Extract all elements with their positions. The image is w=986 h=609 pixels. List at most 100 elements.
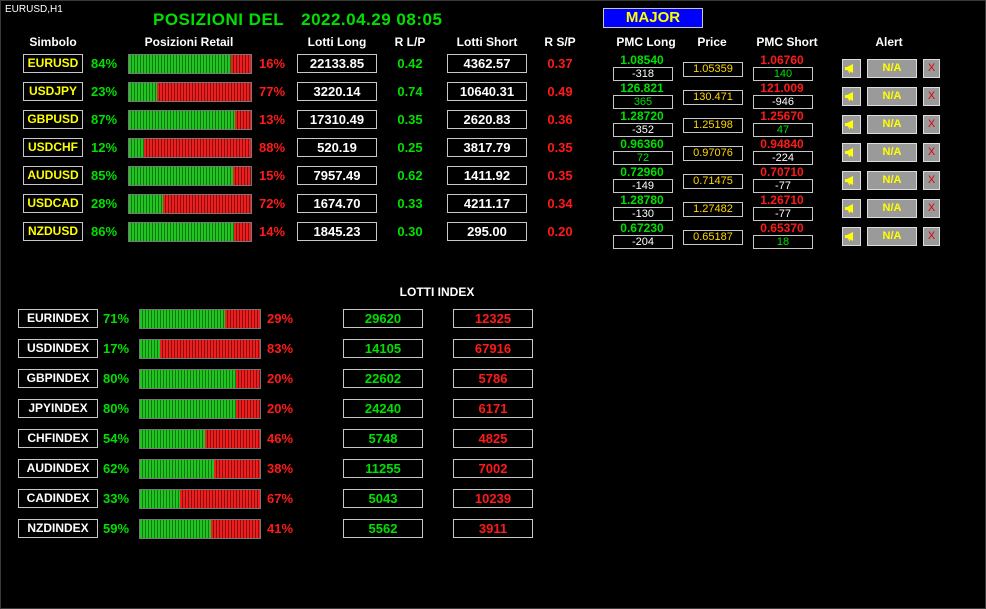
short-fill <box>232 167 251 185</box>
retail-position-bar <box>128 222 252 242</box>
index-name-button[interactable]: JPYINDEX <box>18 399 98 418</box>
index-long-percent: 17% <box>103 341 130 356</box>
header-lotti-short: Lotti Short <box>456 35 518 49</box>
short-percent: 77% <box>259 84 286 99</box>
alert-value-button[interactable]: N/A <box>867 59 917 78</box>
alert-megaphone-button[interactable] <box>842 59 861 78</box>
long-fill <box>140 490 180 508</box>
long-fill <box>129 139 144 157</box>
pmc-long-price: 0.96360 <box>620 137 664 151</box>
index-name-button[interactable]: USDINDEX <box>18 339 98 358</box>
long-fill <box>140 340 161 358</box>
short-fill <box>210 520 260 538</box>
index-position-bar <box>139 309 261 329</box>
remove-alert-button[interactable]: X <box>923 171 940 190</box>
lotti-short-value: 3817.79 <box>447 138 527 157</box>
current-price: 0.71475 <box>683 174 743 189</box>
pmc-long-diff: -130 <box>613 207 673 221</box>
remove-alert-button[interactable]: X <box>923 59 940 78</box>
long-fill <box>140 430 205 448</box>
alert-megaphone-button[interactable] <box>842 227 861 246</box>
remove-alert-button[interactable]: X <box>923 227 940 246</box>
lotti-short-value: 295.00 <box>447 222 527 241</box>
index-short-percent: 41% <box>267 521 294 536</box>
short-fill <box>179 490 260 508</box>
chart-symbol-label: EURUSD,H1 <box>5 4 63 15</box>
long-fill <box>140 520 211 538</box>
alert-value-button[interactable]: N/A <box>867 143 917 162</box>
index-short-lots: 7002 <box>453 459 533 478</box>
alert-value-button[interactable]: N/A <box>867 87 917 106</box>
alert-megaphone-button[interactable] <box>842 143 861 162</box>
index-short-lots: 3911 <box>453 519 533 538</box>
pmc-short-diff: 47 <box>753 123 813 137</box>
lotti-index-title: LOTTI INDEX <box>399 285 475 299</box>
megaphone-icon <box>845 232 853 241</box>
r-lp-value: 0.42 <box>397 56 423 71</box>
alert-value-button[interactable]: N/A <box>867 171 917 190</box>
lotti-long-value: 1674.70 <box>297 194 377 213</box>
symbol-button[interactable]: EURUSD <box>23 54 83 73</box>
index-short-percent: 20% <box>267 401 294 416</box>
retail-position-bar <box>128 194 252 214</box>
header-pmc-short: PMC Short <box>756 35 818 49</box>
remove-alert-button[interactable]: X <box>923 143 940 162</box>
alert-megaphone-button[interactable] <box>842 199 861 218</box>
index-name-button[interactable]: AUDINDEX <box>18 459 98 478</box>
short-fill <box>204 430 260 448</box>
remove-alert-button[interactable]: X <box>923 199 940 218</box>
lotti-short-value: 1411.92 <box>447 166 527 185</box>
header-simbolo: Simbolo <box>29 35 77 49</box>
index-short-percent: 29% <box>267 311 294 326</box>
remove-alert-button[interactable]: X <box>923 115 940 134</box>
short-fill <box>231 55 251 73</box>
index-name-button[interactable]: EURINDEX <box>18 309 98 328</box>
long-fill <box>129 55 232 73</box>
header-price: Price <box>697 35 727 49</box>
retail-position-bar <box>128 54 252 74</box>
alert-value-button[interactable]: N/A <box>867 115 917 134</box>
alert-megaphone-button[interactable] <box>842 115 861 134</box>
index-name-button[interactable]: GBPINDEX <box>18 369 98 388</box>
pmc-short-price: 1.25670 <box>760 109 804 123</box>
megaphone-icon <box>845 148 853 157</box>
current-price: 0.97076 <box>683 146 743 161</box>
index-long-percent: 71% <box>103 311 130 326</box>
r-sp-value: 0.49 <box>547 84 573 99</box>
lotti-long-value: 520.19 <box>297 138 377 157</box>
short-fill <box>157 83 251 101</box>
symbol-button[interactable]: NZDUSD <box>23 222 83 241</box>
symbol-button[interactable]: USDJPY <box>23 82 83 101</box>
pmc-long-diff: 365 <box>613 95 673 109</box>
lotti-long-value: 7957.49 <box>297 166 377 185</box>
page-title: POSIZIONI DEL 2022.04.29 08:05 <box>153 10 442 30</box>
index-long-lots: 14105 <box>343 339 423 358</box>
long-fill <box>129 83 158 101</box>
index-long-lots: 5043 <box>343 489 423 508</box>
header-posizioni-retail: Posizioni Retail <box>144 35 234 49</box>
remove-alert-button[interactable]: X <box>923 87 940 106</box>
index-name-button[interactable]: NZDINDEX <box>18 519 98 538</box>
short-fill <box>163 195 251 213</box>
pmc-short-diff: 140 <box>753 67 813 81</box>
index-name-button[interactable]: CHFINDEX <box>18 429 98 448</box>
symbol-button[interactable]: AUDUSD <box>23 166 83 185</box>
pmc-long-diff: -149 <box>613 179 673 193</box>
lotti-long-value: 1845.23 <box>297 222 377 241</box>
major-button[interactable]: MAJOR <box>603 8 703 28</box>
pmc-long-diff: 72 <box>613 151 673 165</box>
index-short-percent: 46% <box>267 431 294 446</box>
symbol-button[interactable]: USDCHF <box>23 138 83 157</box>
pmc-short-price: 0.94840 <box>760 137 804 151</box>
long-fill <box>129 223 234 241</box>
symbol-button[interactable]: GBPUSD <box>23 110 83 129</box>
index-name-button[interactable]: CADINDEX <box>18 489 98 508</box>
alert-megaphone-button[interactable] <box>842 171 861 190</box>
r-sp-value: 0.35 <box>547 140 573 155</box>
alert-value-button[interactable]: N/A <box>867 199 917 218</box>
index-position-bar <box>139 519 261 539</box>
alert-value-button[interactable]: N/A <box>867 227 917 246</box>
symbol-button[interactable]: USDCAD <box>23 194 83 213</box>
index-short-percent: 38% <box>267 461 294 476</box>
alert-megaphone-button[interactable] <box>842 87 861 106</box>
